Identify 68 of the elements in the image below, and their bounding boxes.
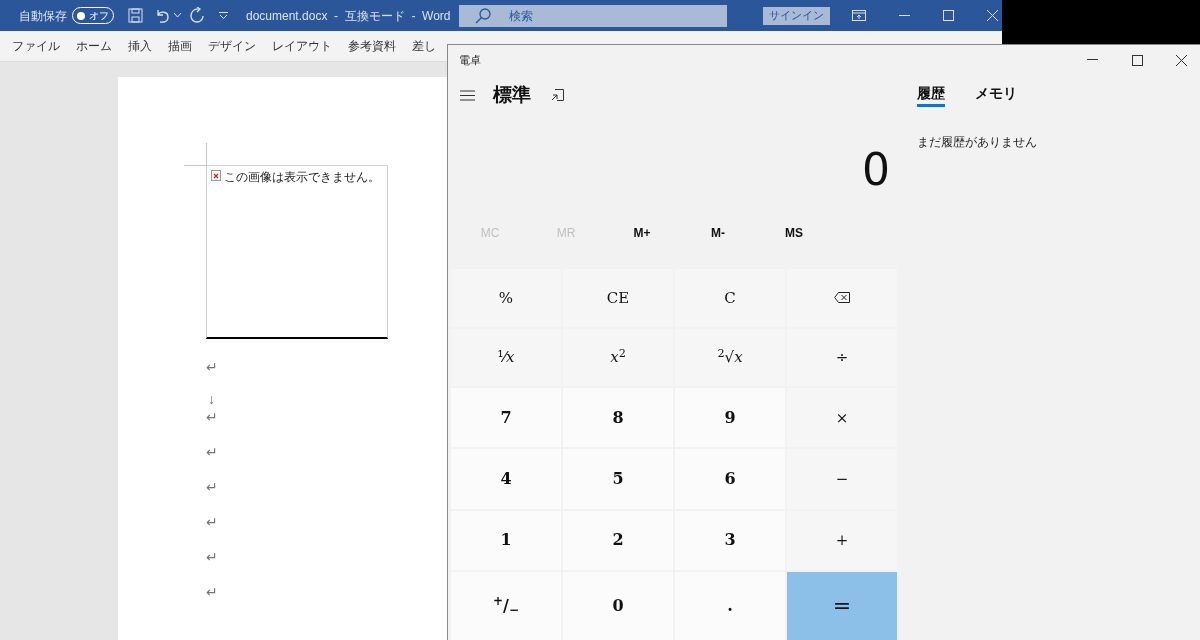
memory-button[interactable]: M-	[680, 223, 756, 242]
paragraph-mark: ↵	[206, 409, 218, 425]
ribbon-tab[interactable]: デザイン	[208, 40, 256, 52]
ribbon-tab[interactable]: ファイル	[12, 40, 60, 52]
paragraph-mark: ↵	[206, 514, 218, 530]
window-title: document.docx - 互換モード - Word	[246, 9, 451, 22]
image-error-text: この画像は表示できません。	[224, 170, 380, 184]
signin-button[interactable]: サインイン	[763, 6, 830, 25]
calculator-key[interactable]: 3	[675, 510, 785, 570]
calculator-key[interactable]: $^{2}$√x	[675, 328, 785, 387]
empty-history-text: まだ履歴がありません	[917, 134, 1038, 151]
menu-icon[interactable]	[460, 89, 475, 101]
keep-on-top-icon[interactable]	[551, 89, 564, 101]
calculator-key[interactable]: ÷	[787, 328, 897, 387]
ribbon-tab[interactable]: 差し	[412, 40, 436, 52]
mode-title: 標準	[493, 82, 531, 107]
search-field[interactable]: 検索	[459, 4, 727, 27]
ribbon-tab[interactable]: 描画	[168, 40, 192, 52]
calculator-key[interactable]: x$^{2}$	[563, 328, 673, 387]
ribbon-tab[interactable]: 挿入	[128, 40, 152, 52]
calculator-key[interactable]: 6	[675, 449, 785, 509]
minimize-icon[interactable]	[1087, 59, 1098, 61]
calculator-key[interactable]: 9	[675, 388, 785, 448]
panel-tab[interactable]: メモリ	[975, 83, 1017, 107]
calculator-key[interactable]: C	[675, 269, 785, 327]
display-value: 0	[862, 144, 890, 196]
caret-icon[interactable]	[174, 13, 181, 18]
window-title: 電卓	[459, 52, 481, 68]
calculator-key[interactable]: +	[787, 510, 897, 570]
calculator-key[interactable]: .	[675, 571, 785, 640]
ribbon-tab[interactable]: レイアウト	[272, 40, 332, 52]
calculator-key[interactable]: ¹⁄x	[451, 328, 561, 387]
search-icon	[475, 7, 491, 24]
calculator-key[interactable]: 4	[451, 449, 561, 509]
ribbon-display-icon[interactable]	[852, 10, 866, 21]
close-icon[interactable]	[1176, 54, 1187, 66]
calculator-key[interactable]: 0	[563, 571, 673, 640]
minimize-icon[interactable]	[899, 14, 910, 17]
paragraph-mark: ↵	[206, 479, 218, 495]
calculator-key[interactable]: %	[451, 269, 561, 327]
calculator-key[interactable]: 1	[451, 510, 561, 570]
ribbon-tab[interactable]: 参考資料	[348, 40, 396, 52]
calculator-key[interactable]: −	[787, 449, 897, 509]
calculator-key[interactable]: $^{+}$/$_{−}$	[451, 571, 561, 640]
memory-button[interactable]: MS	[756, 223, 832, 242]
paragraph-mark: ↵	[206, 444, 218, 460]
calculator-key[interactable]: =	[787, 571, 897, 640]
autosave-label: 自動保存	[19, 9, 67, 22]
paragraph-mark: ↵	[206, 359, 218, 375]
paragraph-mark: ↵	[206, 549, 218, 565]
maximize-icon[interactable]	[1132, 54, 1143, 66]
calculator-key[interactable]: CE	[563, 269, 673, 327]
paragraph-mark: ↵	[206, 584, 218, 600]
broken-image-icon	[211, 170, 221, 181]
panel-tab[interactable]: 履歴	[917, 83, 945, 107]
line-break-mark: ↓	[207, 391, 215, 407]
memory-button[interactable]: M+	[604, 223, 680, 242]
redo-icon[interactable]	[189, 7, 205, 24]
undo-icon[interactable]	[155, 8, 171, 23]
calculator-key[interactable]: 7	[451, 388, 561, 448]
backspace-icon	[834, 292, 850, 304]
calculator-key[interactable]: 5	[563, 449, 673, 509]
save-icon[interactable]	[128, 8, 143, 23]
calculator-key[interactable]: 2	[563, 510, 673, 570]
ribbon-tab[interactable]: ホーム	[76, 40, 112, 52]
calculator-key[interactable]: 8	[563, 388, 673, 448]
calculator-key[interactable]: ×	[787, 388, 897, 448]
customize-icon[interactable]	[219, 12, 228, 19]
